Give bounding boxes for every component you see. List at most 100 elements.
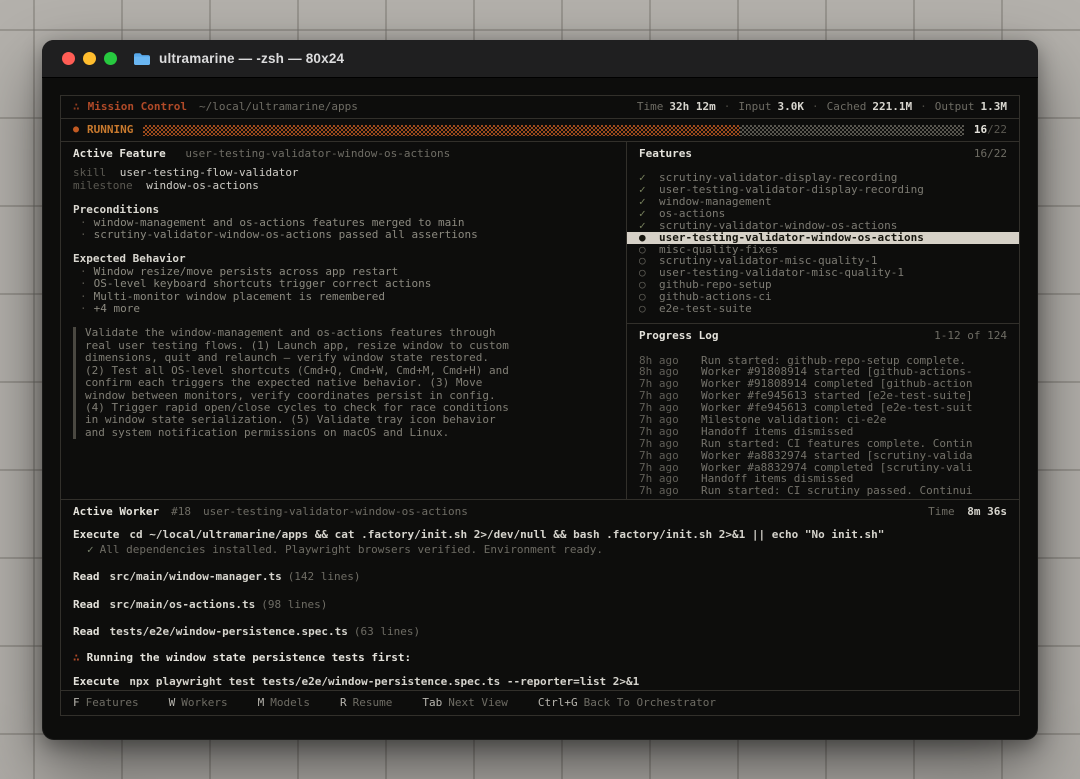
app-title: Mission Control [87, 99, 187, 113]
feature-row[interactable]: ○ scrutiny-validator-misc-quality-1 [627, 256, 1019, 268]
progress-total: /22 [987, 122, 1007, 136]
active-feature-heading: Active Feature [73, 147, 166, 160]
milestone-value: window-os-actions [146, 178, 259, 192]
terminal-content: ∴ Mission Control ~/local/ultramarine/ap… [42, 78, 1038, 740]
log-row: 7h ago Worker #fe945613 completed [e2e-te… [627, 402, 1019, 414]
log-message: Run started: github-repo-setup complete. [701, 354, 966, 367]
features-heading: Features [639, 147, 692, 160]
run-state-label: RUNNING [87, 122, 134, 136]
shortcut-next-view[interactable]: Tab Next View [422, 696, 507, 709]
session-stats: Time 32h 12m · Input 3.0K · Cached 221.1… [636, 99, 1007, 113]
skill-label: skill [73, 166, 107, 180]
feature-row[interactable]: ✓ user-testing-validator-display-recordi… [627, 184, 1019, 196]
stat-separator: · [920, 99, 927, 113]
feature-row[interactable]: ○ user-testing-validator-misc-quality-1 [627, 268, 1019, 280]
minimize-window-button[interactable] [83, 52, 96, 65]
log-time: 7h ago [639, 425, 679, 438]
skill-value: user-testing-flow-validator [119, 166, 299, 180]
shortcut-key: R [339, 695, 347, 709]
shortcut-key: F [73, 695, 80, 709]
shortcut-back-to-orchestrator[interactable]: Ctrl+G Back To Orchestrator [538, 696, 716, 709]
zoom-window-button[interactable] [104, 52, 117, 65]
features-list[interactable]: ✓ scrutiny-validator-display-recording ✓… [627, 172, 1019, 315]
precondition-item: window-management and os-actions feature… [93, 215, 465, 229]
active-worker-panel: Active Worker #18 user-testing-validator… [61, 499, 1019, 690]
terminal-window: ultramarine — -zsh — 80x24 ∴ Mission Con… [42, 40, 1038, 740]
feature-row[interactable]: ○ e2e-test-suite [627, 303, 1019, 315]
feature-row[interactable]: ✓ window-management [627, 196, 1019, 208]
window-titlebar[interactable]: ultramarine — -zsh — 80x24 [42, 40, 1038, 78]
active-worker-header: Active Worker #18 user-testing-validator… [73, 505, 1007, 518]
read-step: Read tests/e2e/window-persistence.spec.ts… [73, 626, 1007, 638]
feature-name: scrutiny-validator-display-recording [659, 172, 898, 185]
feature-name: github-repo-setup [659, 279, 772, 292]
log-row: 7h ago Worker #91808914 completed [github… [627, 378, 1019, 390]
worker-time: Time 8m 36s [928, 505, 1007, 518]
feature-name: misc-quality-fixes [659, 243, 779, 256]
active-bullet-icon: ● [639, 231, 646, 244]
pending-circle-icon: ○ [639, 255, 646, 268]
shortcut-resume[interactable]: R Resume [339, 695, 393, 709]
shortcut-label: Resume [352, 695, 393, 709]
log-time: 7h ago [639, 378, 679, 391]
feature-name: user-testing-validator-window-os-actions [659, 231, 924, 244]
desktop-background: ultramarine — -zsh — 80x24 ∴ Mission Con… [0, 0, 1080, 779]
log-time: 7h ago [639, 461, 679, 474]
log-message: Run started: CI scrutiny passed. Continu… [701, 485, 973, 498]
log-message: Worker #a8832974 started [scrutiny-valid… [701, 449, 973, 462]
expected-item: Multi-monitor window placement is rememb… [93, 289, 386, 303]
bullet-icon: · [80, 228, 87, 242]
pending-circle-icon: ○ [639, 243, 646, 256]
stat-value: 221.1M [872, 99, 913, 113]
milestone-label: milestone [73, 178, 133, 192]
log-time: 7h ago [639, 437, 679, 450]
progress-log-panel[interactable]: Progress Log 1-12 of 124 8h ago Run start… [627, 323, 1019, 499]
traffic-lights [62, 52, 117, 65]
feature-name: github-actions-ci [659, 291, 772, 304]
execute-command: npx playwright test tests/e2e/window-per… [129, 675, 640, 688]
shortcut-features[interactable]: F Features [73, 695, 139, 709]
read-meta: (63 lines) [353, 626, 421, 639]
expected-item: Window resize/move persists across app r… [93, 264, 399, 278]
right-panel: Features 16/22 ✓ scrutiny-validator-disp… [626, 142, 1019, 499]
bullet-icon: · [80, 215, 87, 229]
progress-bar-track [739, 124, 964, 136]
shortcut-workers[interactable]: W Workers [169, 695, 228, 709]
feature-row[interactable]: ✓ scrutiny-validator-window-os-actions [627, 220, 1019, 232]
worker-time-value: 8m 36s [967, 505, 1007, 518]
close-window-button[interactable] [62, 52, 75, 65]
progress-bar [143, 124, 964, 136]
feature-name: user-testing-validator-display-recording [659, 184, 924, 197]
active-feature-name: user-testing-validator-window-os-actions [185, 147, 451, 160]
feature-row[interactable]: ✓ scrutiny-validator-display-recording [627, 172, 1019, 184]
feature-row[interactable]: ○ github-repo-setup [627, 279, 1019, 291]
check-icon: ✓ [639, 196, 646, 208]
expected-more: +4 more [93, 302, 140, 316]
execute-command: cd ~/local/ultramarine/apps && cat .fact… [129, 529, 885, 542]
stat-separator: · [723, 99, 731, 113]
pending-circle-icon: ○ [639, 279, 646, 292]
log-message: Run started: CI features complete. Conti… [701, 437, 973, 450]
shortcut-models[interactable]: M Models [258, 695, 310, 709]
window-title: ultramarine — -zsh — 80x24 [159, 51, 345, 66]
precondition-item: scrutiny-validator-window-os-actions pas… [93, 228, 478, 242]
feature-name: window-management [659, 196, 772, 208]
log-row: 7h ago Worker #a8832974 completed [scruti… [627, 462, 1019, 474]
log-row: 8h ago Worker #91808914 started [github-a… [627, 366, 1019, 378]
feature-row[interactable]: ○ github-actions-ci [627, 291, 1019, 303]
folder-icon [133, 52, 151, 66]
shortcut-label: Models [270, 695, 310, 709]
check-icon: ✓ [639, 184, 646, 197]
feature-row[interactable]: ✓ os-actions [627, 208, 1019, 220]
working-directory: ~/local/ultramarine/apps [198, 99, 358, 113]
bullet-icon: · [80, 264, 87, 278]
stat-label: Time [636, 99, 664, 113]
check-icon: ✓ [639, 208, 646, 220]
shortcut-label: Workers [181, 695, 228, 709]
feature-row-selected[interactable]: ● user-testing-validator-window-os-actio… [627, 231, 1019, 244]
feature-row[interactable]: ○ misc-quality-fixes [627, 244, 1019, 256]
feature-name: os-actions [659, 208, 726, 220]
log-row: 7h ago Milestone validation: ci-e2e [627, 414, 1019, 426]
feature-name: scrutiny-validator-window-os-actions [659, 219, 898, 232]
log-message: Worker #91808914 started [github-actions… [701, 366, 973, 379]
